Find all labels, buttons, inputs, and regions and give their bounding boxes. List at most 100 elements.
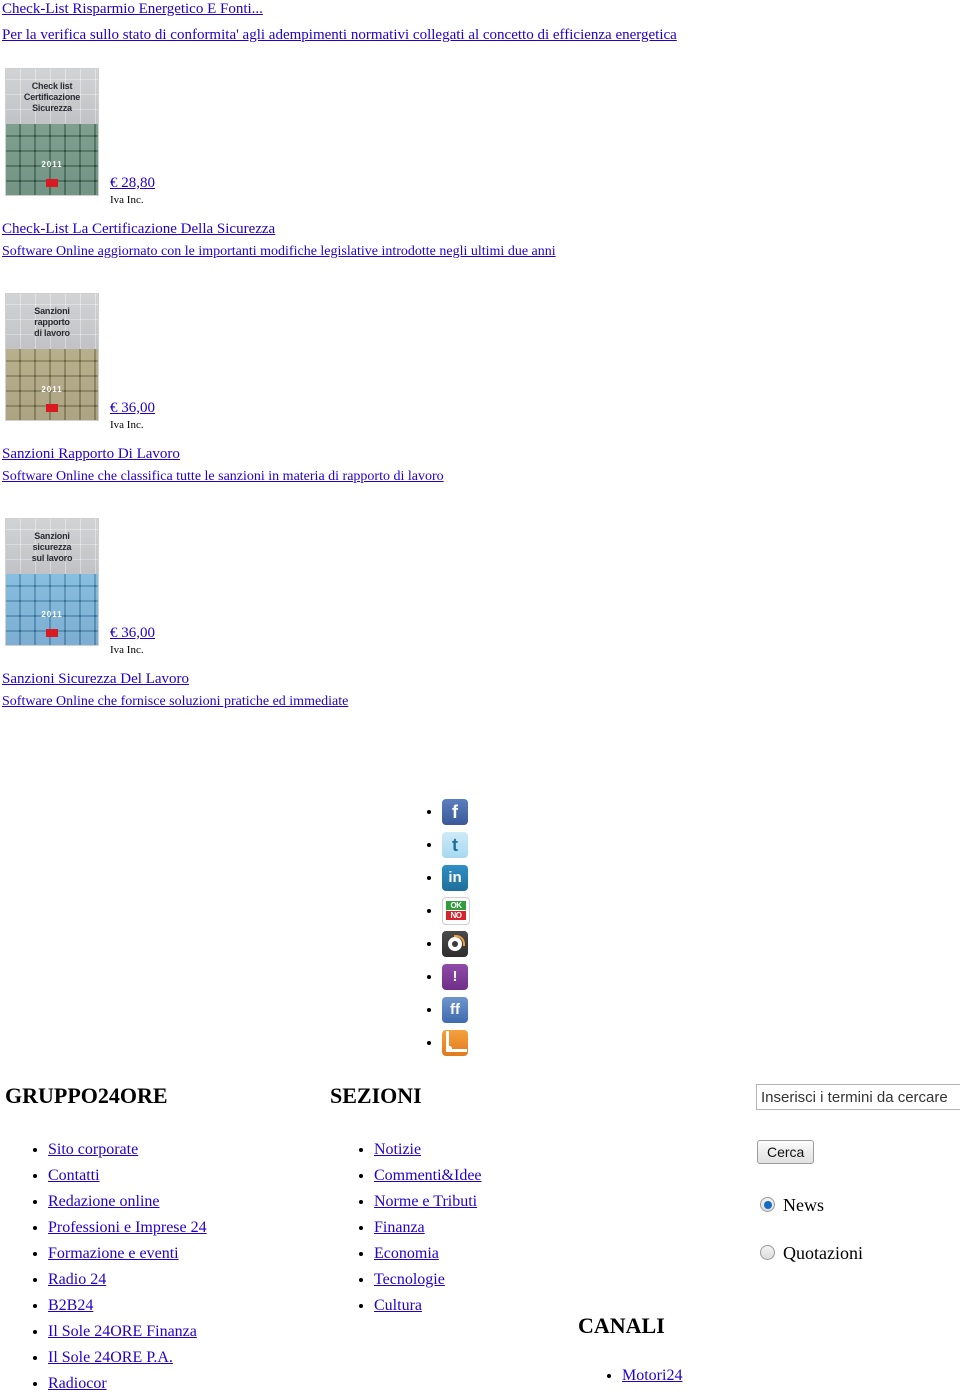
list-item[interactable]: in (442, 861, 470, 894)
cover-year: 2011 (41, 385, 63, 394)
footer-link-radiocor[interactable]: Radiocor (48, 1375, 107, 1392)
oknotizie-no-band: NO (446, 911, 466, 921)
footer-link-motori24[interactable]: Motori24 (622, 1367, 682, 1384)
yahoo-icon[interactable]: ! (442, 964, 468, 991)
footer-link-redazione-online[interactable]: Redazione online (48, 1193, 160, 1210)
wikio-wave (454, 935, 465, 947)
search-scope-news[interactable]: News (760, 1192, 824, 1216)
cover-caption: Sanzioni rapporto di lavoro (34, 306, 70, 338)
cover-logo-mark (46, 404, 58, 412)
list-item[interactable]: Formazione e eventi (48, 1241, 207, 1267)
list-item[interactable]: Cultura (374, 1293, 482, 1319)
friendfeed-icon[interactable]: ff (442, 997, 468, 1024)
promo-title: Check-List Risparmio Energetico E Fonti.… (0, 0, 960, 19)
footer-link-professioni-imprese-24[interactable]: Professioni e Imprese 24 (48, 1219, 207, 1236)
footer-link-economia[interactable]: Economia (374, 1245, 439, 1262)
list-item[interactable]: Finanza (374, 1215, 482, 1241)
list-item[interactable]: Redazione online (48, 1189, 207, 1215)
product-description-link[interactable]: Software Online che classifica tutte le … (2, 469, 444, 484)
promo-block: Check-List Risparmio Energetico E Fonti.… (0, 0, 960, 45)
radio-news-icon[interactable] (760, 1197, 775, 1213)
twitter-icon[interactable]: t (442, 832, 468, 859)
list-item[interactable]: Tecnologie (374, 1267, 482, 1293)
list-item[interactable] (442, 1026, 470, 1059)
footer-heading-sezioni: SEZIONI (330, 1083, 422, 1108)
list-item[interactable]: Notizie (374, 1137, 482, 1163)
list-item[interactable]: Commenti&Idee (374, 1163, 482, 1189)
footer-link-contatti[interactable]: Contatti (48, 1167, 100, 1184)
radio-quotazioni-label: Quotazioni (783, 1242, 863, 1263)
search-scope-quotazioni[interactable]: Quotazioni (760, 1240, 863, 1264)
product-cover-image[interactable]: Check list Certificazione Sicurezza 2011 (5, 68, 99, 196)
product-name: Check-List La Certificazione Della Sicur… (2, 220, 275, 239)
product-name-link[interactable]: Sanzioni Rapporto Di Lavoro (2, 446, 180, 462)
promo-subtitle-link[interactable]: Per la verifica sullo stato di conformit… (2, 27, 677, 43)
rss-arc-outer (446, 1031, 467, 1053)
footer-link-formazione-eventi[interactable]: Formazione e eventi (48, 1245, 179, 1262)
footer-link-b2b24[interactable]: B2B24 (48, 1297, 93, 1314)
rss-icon[interactable] (442, 1030, 468, 1057)
list-item[interactable]: Il Sole 24ORE P.A. (48, 1345, 207, 1371)
list-item[interactable]: ff (442, 993, 470, 1026)
footer-link-radio-24[interactable]: Radio 24 (48, 1271, 106, 1288)
product-cover-image[interactable]: Sanzioni sicurezza sul lavoro 2011 (5, 518, 99, 646)
search-input[interactable] (756, 1084, 960, 1110)
footer-list-sezioni: Notizie Commenti&Idee Norme e Tributi Fi… (352, 1137, 482, 1319)
list-item[interactable]: Contatti (48, 1163, 207, 1189)
product-price: € 28,80 (110, 174, 155, 192)
footer-link-ilsole24ore-finanza[interactable]: Il Sole 24ORE Finanza (48, 1323, 197, 1340)
product-name-link[interactable]: Sanzioni Sicurezza Del Lavoro (2, 671, 189, 687)
wikio-icon[interactable] (442, 931, 468, 958)
cover-caption: Sanzioni sicurezza sul lavoro (31, 531, 73, 563)
list-item[interactable] (442, 927, 470, 960)
footer-link-finanza[interactable]: Finanza (374, 1219, 425, 1236)
list-item[interactable]: Radio 24 (48, 1267, 207, 1293)
cover-year: 2011 (41, 610, 63, 619)
product-vat-note: Iva Inc. (110, 194, 144, 206)
list-item[interactable]: OK NO (442, 894, 470, 927)
list-item[interactable]: t (442, 828, 470, 861)
product-description: Software Online aggiornato con le import… (2, 243, 556, 261)
list-item[interactable]: Motori24 (622, 1363, 682, 1389)
footer-link-notizie[interactable]: Notizie (374, 1141, 421, 1158)
list-item[interactable]: ! (442, 960, 470, 993)
product-description-link[interactable]: Software Online che fornisce soluzioni p… (2, 694, 348, 709)
radio-quotazioni-icon[interactable] (760, 1245, 775, 1261)
product-name: Sanzioni Rapporto Di Lavoro (2, 445, 180, 464)
oknotizie-icon[interactable]: OK NO (442, 897, 470, 926)
footer-heading-canali: CANALI (578, 1313, 665, 1338)
list-item[interactable]: Norme e Tributi (374, 1189, 482, 1215)
cover-logo-mark (46, 179, 58, 187)
list-item[interactable]: Professioni e Imprese 24 (48, 1215, 207, 1241)
product-description-link[interactable]: Software Online aggiornato con le import… (2, 244, 556, 259)
footer-heading-gruppo24ore: GRUPPO24ORE (5, 1083, 168, 1108)
footer-link-norme-tributi[interactable]: Norme e Tributi (374, 1193, 477, 1210)
footer-link-commenti-idee[interactable]: Commenti&Idee (374, 1167, 482, 1184)
list-item[interactable]: Il Sole 24ORE Finanza (48, 1319, 207, 1345)
list-item[interactable]: B2B24 (48, 1293, 207, 1319)
cover-caption: Check list Certificazione Sicurezza (23, 81, 81, 113)
product-name-link[interactable]: Check-List La Certificazione Della Sicur… (2, 221, 275, 237)
linkedin-icon[interactable]: in (442, 865, 468, 892)
footer-list-gruppo24ore: Sito corporate Contatti Redazione online… (26, 1137, 207, 1397)
social-share-list: f t in OK NO ! ff (420, 795, 470, 1059)
cover-year: 2011 (41, 160, 63, 169)
footer-link-cultura[interactable]: Cultura (374, 1297, 422, 1314)
footer-link-sito-corporate[interactable]: Sito corporate (48, 1141, 138, 1158)
product-name: Sanzioni Sicurezza Del Lavoro (2, 670, 189, 689)
oknotizie-ok-band: OK (446, 901, 466, 911)
facebook-icon[interactable]: f (442, 799, 468, 826)
product-price-link[interactable]: € 36,00 (110, 625, 155, 641)
footer-link-ilsole24ore-pa[interactable]: Il Sole 24ORE P.A. (48, 1349, 173, 1366)
product-price-link[interactable]: € 36,00 (110, 400, 155, 416)
search-button[interactable]: Cerca (757, 1140, 815, 1164)
footer-link-tecnologie[interactable]: Tecnologie (374, 1271, 445, 1288)
product-cover-image[interactable]: Sanzioni rapporto di lavoro 2011 (5, 293, 99, 421)
promo-title-link[interactable]: Check-List Risparmio Energetico E Fonti.… (2, 1, 263, 17)
list-item[interactable]: Radiocor (48, 1371, 207, 1397)
list-item[interactable]: f (442, 795, 470, 828)
list-item[interactable]: Economia (374, 1241, 482, 1267)
list-item[interactable]: Sito corporate (48, 1137, 207, 1163)
product-price-link[interactable]: € 28,80 (110, 175, 155, 191)
product-price: € 36,00 (110, 624, 155, 642)
